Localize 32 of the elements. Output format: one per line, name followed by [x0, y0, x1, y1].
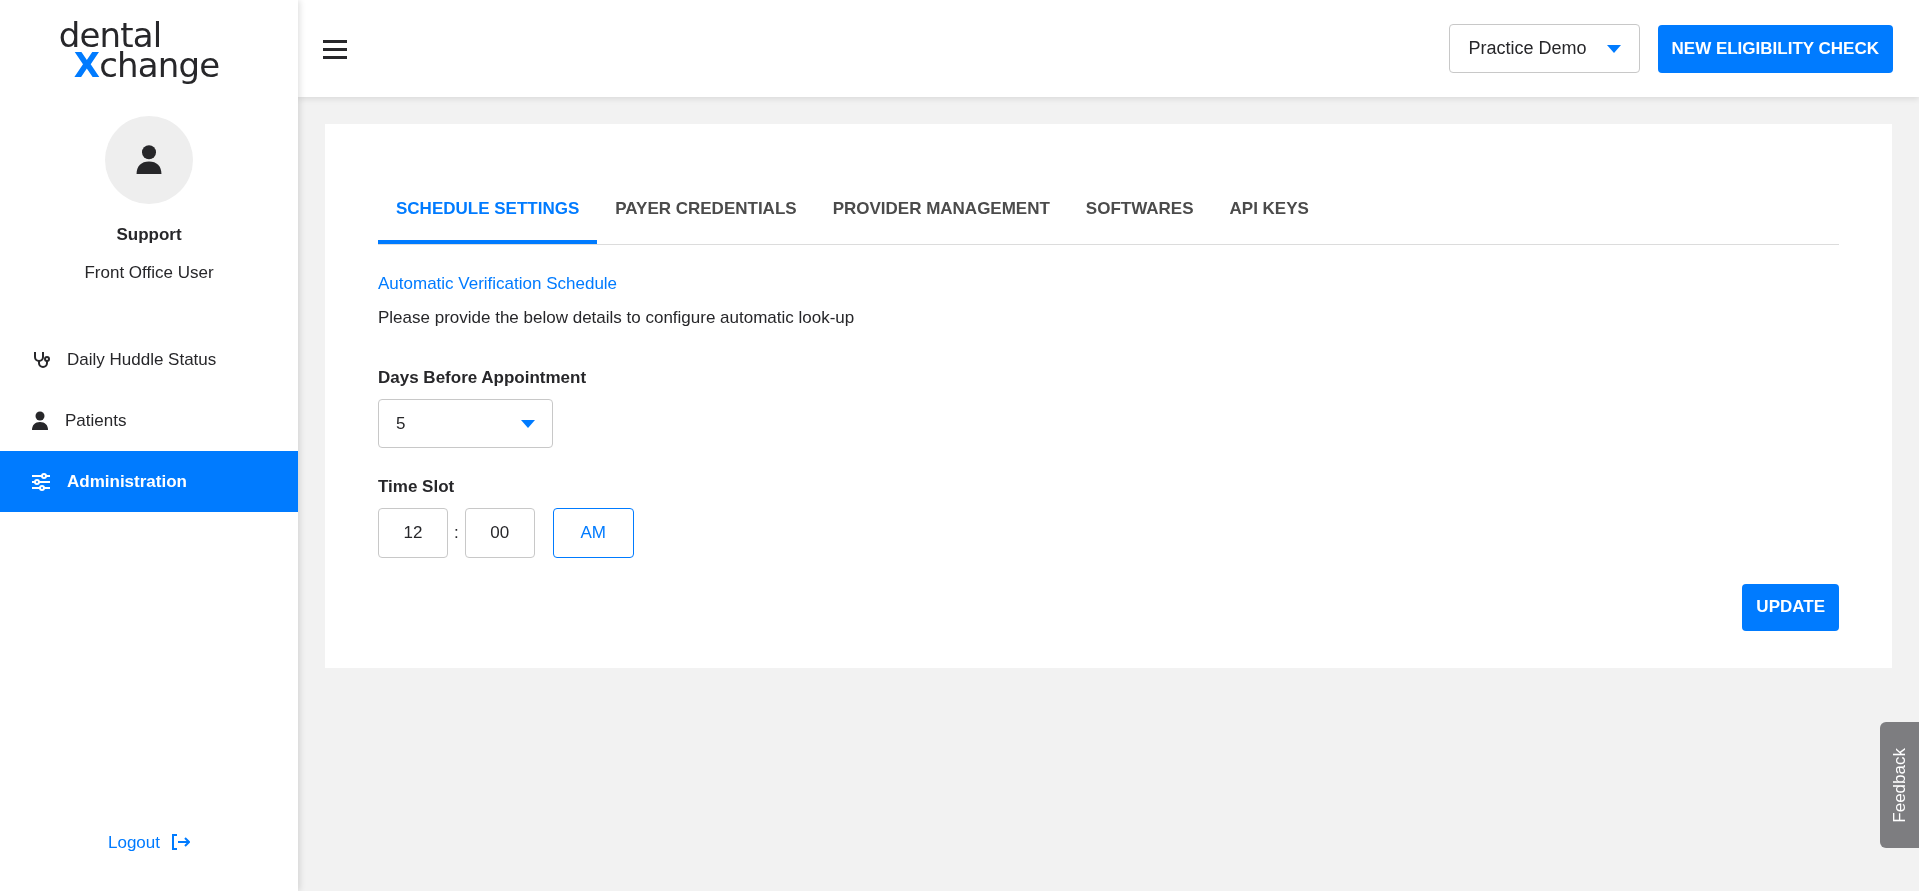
field-label: Time Slot [378, 476, 456, 498]
hour-field[interactable]: 12 [378, 507, 448, 558]
minute-field[interactable]: 00 [464, 507, 535, 558]
nav-item[interactable]: Daily Huddle Status [0, 329, 298, 390]
caret-icon [521, 419, 535, 428]
nav-item[interactable]: Administration [0, 451, 298, 512]
caret-icon [1606, 44, 1621, 53]
tab[interactable]: PAYER CREDENTIALS [597, 188, 815, 244]
tab[interactable]: SOFTWARES [1067, 188, 1212, 244]
am-pm-toggle[interactable]: AM [552, 507, 634, 558]
nav-item[interactable]: Patients [0, 390, 298, 451]
days-dropdown[interactable]: 5 [378, 399, 553, 448]
tab[interactable]: SCHEDULE SETTINGS [378, 188, 598, 244]
field-label: Days Before Appointment [378, 366, 588, 389]
tab[interactable]: API KEYS [1211, 188, 1327, 244]
logout-icon [172, 834, 190, 851]
update-button[interactable]: UPDATE [1742, 583, 1839, 631]
feedback-tab[interactable]: Feedback [1880, 722, 1919, 848]
user-role: Front Office User [84, 261, 214, 284]
section-description: Please provide the below details to configure automatic look-up [378, 307, 856, 329]
section-title: Automatic Verification Schedule [378, 272, 619, 295]
avatar-icon [135, 144, 163, 176]
tab[interactable]: PROVIDER MANAGEMENT [814, 188, 1068, 244]
person-icon [31, 410, 49, 431]
sliders-icon [31, 472, 51, 491]
logout-link[interactable]: Logout [108, 829, 190, 855]
stethoscope-icon [31, 349, 51, 370]
menu-icon[interactable] [323, 38, 347, 59]
user-name: Support [116, 224, 182, 246]
new-eligibility-check-button[interactable]: NEW ELIGIBILITY CHECK [1657, 24, 1893, 73]
time-separator: : [454, 521, 459, 544]
practice-dropdown[interactable]: Practice Demo [1449, 24, 1640, 73]
